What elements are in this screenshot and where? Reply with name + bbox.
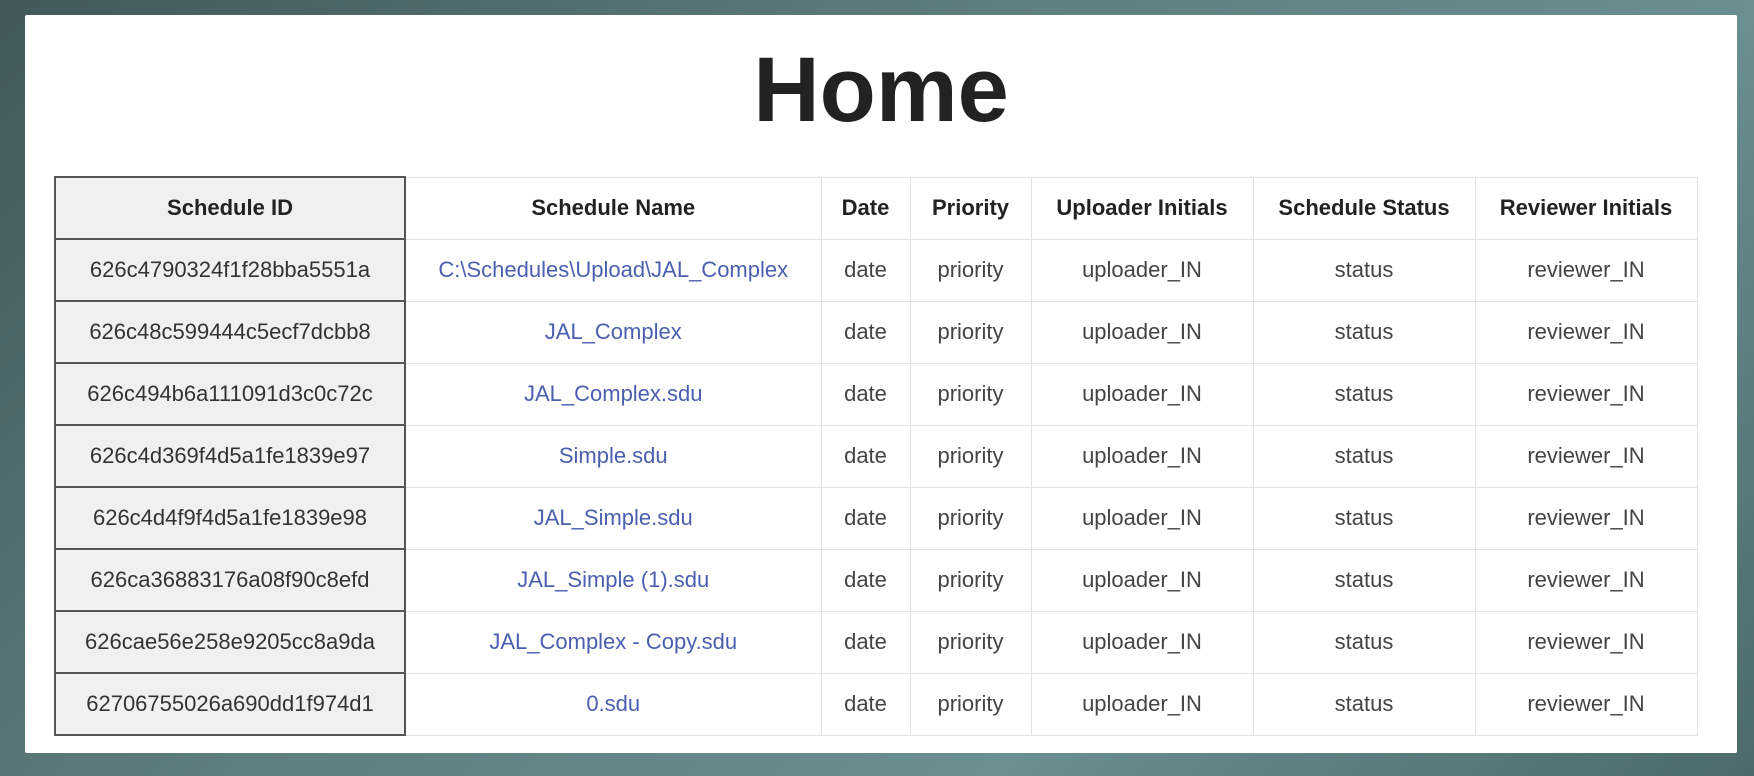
column-header-schedule-status[interactable]: Schedule Status [1252,176,1476,240]
schedule-id-cell: 626c494b6a111091d3c0c72c [54,362,406,426]
column-header-date[interactable]: Date [820,176,911,240]
priority-cell: priority [909,610,1032,674]
priority-cell: priority [909,238,1032,302]
schedule-id-cell: 626c4d4f9f4d5a1fe1839e98 [54,486,406,550]
schedule-status-cell: status [1252,362,1476,426]
table-header-row: Schedule ID Schedule Name Date Priority … [54,176,1698,240]
reviewer-initials-cell: reviewer_IN [1474,238,1698,302]
priority-cell: priority [909,300,1032,364]
priority-cell: priority [909,362,1032,426]
reviewer-initials-cell: reviewer_IN [1474,610,1698,674]
uploader-initials-cell: uploader_IN [1030,300,1254,364]
schedule-name-link[interactable]: JAL_Complex - Copy.sdu [404,610,822,674]
page-title: Home [753,39,1009,141]
date-cell: date [820,610,911,674]
reviewer-initials-cell: reviewer_IN [1474,424,1698,488]
uploader-initials-cell: uploader_IN [1030,486,1254,550]
column-header-uploader-initials[interactable]: Uploader Initials [1030,176,1254,240]
schedule-status-cell: status [1252,610,1476,674]
schedule-status-cell: status [1252,424,1476,488]
reviewer-initials-cell: reviewer_IN [1474,672,1698,736]
date-cell: date [820,424,911,488]
schedule-status-cell: status [1252,548,1476,612]
schedule-id-cell: 62706755026a690dd1f974d1 [54,672,406,736]
schedules-table: Schedule ID Schedule Name Date Priority … [54,176,1698,736]
schedules-table-container: Schedule ID Schedule Name Date Priority … [54,176,1698,736]
schedule-name-link[interactable]: JAL_Simple.sdu [404,486,822,550]
table-row: 626cae56e258e9205cc8a9da JAL_Complex - C… [54,610,1698,674]
schedule-id-cell: 626c4d369f4d5a1fe1839e97 [54,424,406,488]
schedule-status-cell: status [1252,486,1476,550]
column-header-priority[interactable]: Priority [909,176,1032,240]
table-row: 626c494b6a111091d3c0c72c JAL_Complex.sdu… [54,362,1698,426]
schedule-id-cell: 626c4790324f1f28bba5551a [54,238,406,302]
reviewer-initials-cell: reviewer_IN [1474,300,1698,364]
schedule-name-link[interactable]: JAL_Simple (1).sdu [404,548,822,612]
schedule-name-link[interactable]: C:\Schedules\Upload\JAL_Complex [404,238,822,302]
uploader-initials-cell: uploader_IN [1030,362,1254,426]
schedule-id-cell: 626ca36883176a08f90c8efd [54,548,406,612]
priority-cell: priority [909,424,1032,488]
date-cell: date [820,362,911,426]
schedule-status-cell: status [1252,300,1476,364]
date-cell: date [820,486,911,550]
schedule-name-link[interactable]: JAL_Complex [404,300,822,364]
reviewer-initials-cell: reviewer_IN [1474,362,1698,426]
table-row: 626ca36883176a08f90c8efd JAL_Simple (1).… [54,548,1698,612]
date-cell: date [820,548,911,612]
priority-cell: priority [909,486,1032,550]
page-container: Home Schedule ID Schedule Name Date Prio… [25,15,1737,753]
table-row: 626c4d4f9f4d5a1fe1839e98 JAL_Simple.sdu … [54,486,1698,550]
table-row: 626c4790324f1f28bba5551a C:\Schedules\Up… [54,238,1698,302]
schedule-status-cell: status [1252,672,1476,736]
uploader-initials-cell: uploader_IN [1030,238,1254,302]
schedule-status-cell: status [1252,238,1476,302]
priority-cell: priority [909,672,1032,736]
schedule-name-link[interactable]: Simple.sdu [404,424,822,488]
date-cell: date [820,672,911,736]
table-row: 626c48c599444c5ecf7dcbb8 JAL_Complex dat… [54,300,1698,364]
column-header-reviewer-initials[interactable]: Reviewer Initials [1474,176,1698,240]
uploader-initials-cell: uploader_IN [1030,548,1254,612]
reviewer-initials-cell: reviewer_IN [1474,548,1698,612]
table-row: 62706755026a690dd1f974d1 0.sdu date prio… [54,672,1698,736]
schedule-id-cell: 626c48c599444c5ecf7dcbb8 [54,300,406,364]
date-cell: date [820,238,911,302]
priority-cell: priority [909,548,1032,612]
column-header-schedule-id[interactable]: Schedule ID [54,176,406,240]
column-header-schedule-name[interactable]: Schedule Name [404,176,822,240]
uploader-initials-cell: uploader_IN [1030,610,1254,674]
date-cell: date [820,300,911,364]
uploader-initials-cell: uploader_IN [1030,672,1254,736]
uploader-initials-cell: uploader_IN [1030,424,1254,488]
reviewer-initials-cell: reviewer_IN [1474,486,1698,550]
table-row: 626c4d369f4d5a1fe1839e97 Simple.sdu date… [54,424,1698,488]
schedule-id-cell: 626cae56e258e9205cc8a9da [54,610,406,674]
schedule-name-link[interactable]: 0.sdu [404,672,822,736]
schedule-name-link[interactable]: JAL_Complex.sdu [404,362,822,426]
